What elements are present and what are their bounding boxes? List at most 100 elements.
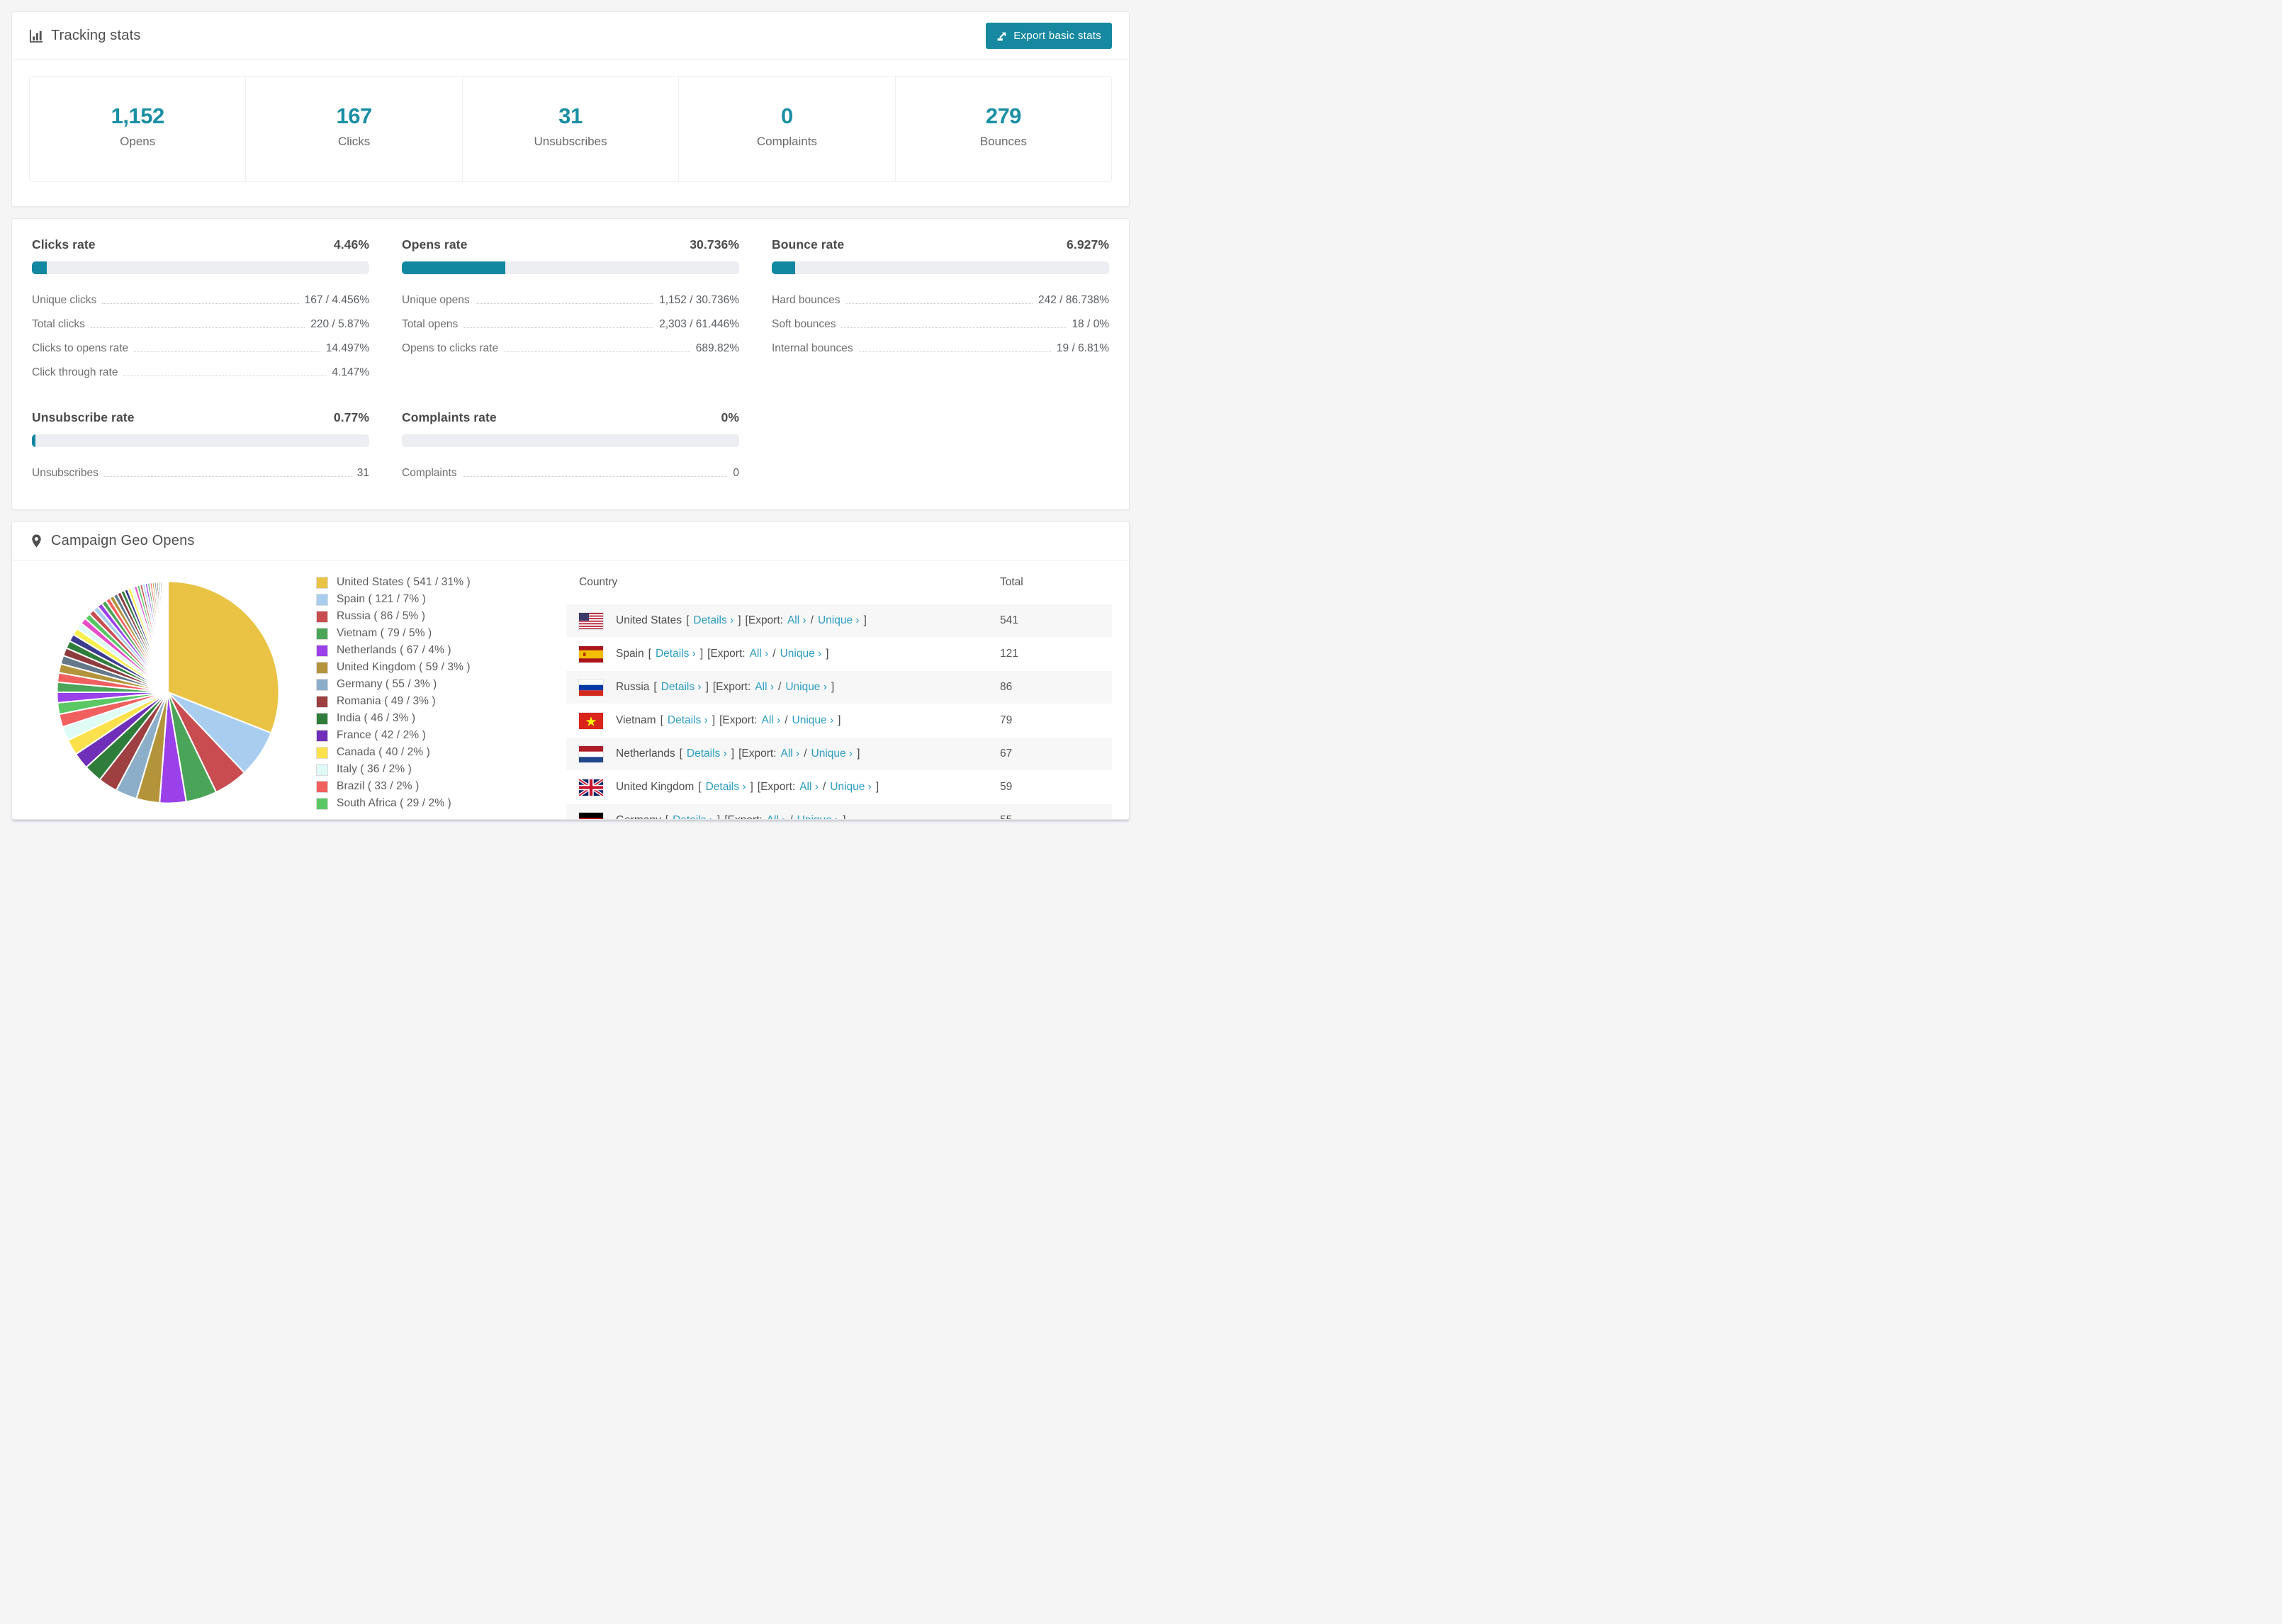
country-name: United States xyxy=(616,614,682,626)
table-row: United Kingdom [Details ›] [Export: All … xyxy=(566,771,1112,803)
flag-netherlands-icon xyxy=(579,745,603,762)
rates-card: Clicks rate 4.46% Unique clicks 167 / 4.4… xyxy=(11,218,1130,510)
bounces-label: Bounces xyxy=(979,135,1027,148)
clicks-label: Clicks xyxy=(337,135,371,148)
bounces-count: 279 xyxy=(985,103,1022,128)
campaign-geo-opens-title: Campaign Geo Opens xyxy=(51,533,195,548)
country-name: Spain xyxy=(616,648,644,660)
rate-row: Complaints 0 xyxy=(402,467,739,479)
rate-row: Total clicks 220 / 5.87% xyxy=(32,318,369,330)
legend-swatch xyxy=(317,696,327,707)
clicks-rate-panel: Clicks rate 4.46% Unique clicks 167 / 4.4… xyxy=(32,237,369,385)
details-link[interactable]: Details › xyxy=(668,714,708,727)
rate-row: Unique opens 1,152 / 30.736% xyxy=(402,294,739,306)
export-basic-stats-button[interactable]: Export basic stats xyxy=(986,23,1112,49)
rate-row: Soft bounces 18 / 0% xyxy=(772,318,1109,330)
legend-swatch xyxy=(317,628,327,639)
opens-count: 1,152 xyxy=(111,103,165,128)
stat-opens: 1,152 Opens xyxy=(30,77,245,181)
legend-item: United States ( 541 / 31% ) xyxy=(317,576,566,589)
opens-rate-progressbar xyxy=(402,261,739,274)
export-unique-link[interactable]: Unique › xyxy=(811,748,853,760)
bounce-rate-progressbar xyxy=(772,261,1109,274)
summary-stats-row: 1,152 Opens 167 Clicks 31 Unsubscribes 0… xyxy=(29,76,1112,182)
clicks-rate-progressbar xyxy=(32,261,369,274)
export-unique-link[interactable]: Unique › xyxy=(780,648,822,660)
rate-row: Internal bounces 19 / 6.81% xyxy=(772,342,1109,354)
table-row: Spain [Details ›] [Export: All › / Uniqu… xyxy=(566,638,1112,670)
table-row: Russia [Details ›] [Export: All › / Uniq… xyxy=(566,671,1112,704)
flag-russia-icon xyxy=(579,679,603,696)
rate-row: Total opens 2,303 / 61.446% xyxy=(402,318,739,330)
legend-swatch xyxy=(317,662,327,673)
details-link[interactable]: Details › xyxy=(687,748,727,760)
unsubscribe-rate-panel: Unsubscribe rate 0.77% Unsubscribes 31 xyxy=(32,410,369,485)
export-all-link[interactable]: All › xyxy=(755,681,774,694)
details-link[interactable]: Details › xyxy=(693,614,734,627)
country-name: United Kingdom xyxy=(616,781,695,793)
legend-swatch xyxy=(317,730,327,741)
flag-germany-icon xyxy=(579,812,603,819)
export-unique-link[interactable]: Unique › xyxy=(792,714,834,727)
rate-row: Click through rate 4.147% xyxy=(32,366,369,378)
unsubscribe-rate-value: 0.77% xyxy=(333,410,369,424)
clicks-rate-title: Clicks rate xyxy=(32,237,96,252)
table-row: Germany [Details ›] [Export: All › / Uni… xyxy=(566,804,1112,819)
tracking-stats-header: Tracking stats Export basic stats xyxy=(12,12,1129,60)
unsubscribes-label: Unsubscribes xyxy=(534,135,607,148)
export-all-link[interactable]: All › xyxy=(762,714,781,727)
tracking-stats-card: Tracking stats Export basic stats 1,152 … xyxy=(11,11,1130,207)
map-marker-icon xyxy=(32,534,41,548)
country-total: 541 xyxy=(1000,614,1018,626)
legend-item: Germany ( 55 / 3% ) xyxy=(317,678,566,691)
country-column-header: Country xyxy=(579,576,618,588)
legend-swatch xyxy=(317,747,327,758)
details-link[interactable]: Details › xyxy=(673,814,713,819)
export-all-link[interactable]: All › xyxy=(787,614,806,627)
export-all-link[interactable]: All › xyxy=(799,781,819,794)
legend-swatch xyxy=(317,611,327,622)
campaign-geo-opens-card: Campaign Geo Opens United States ( 541 /… xyxy=(11,521,1130,820)
export-all-link[interactable]: All › xyxy=(780,748,799,760)
bounce-rate-value: 6.927% xyxy=(1067,237,1109,252)
export-unique-link[interactable]: Unique › xyxy=(785,681,827,694)
country-total: 121 xyxy=(1000,648,1018,660)
export-unique-link[interactable]: Unique › xyxy=(797,814,839,819)
complaints-rate-title: Complaints rate xyxy=(402,410,497,424)
opens-rate-value: 30.736% xyxy=(690,237,739,252)
opens-label: Opens xyxy=(120,135,156,148)
rate-row: Unsubscribes 31 xyxy=(32,467,369,479)
legend-item: South Africa ( 29 / 2% ) xyxy=(317,797,566,810)
geo-opens-table: Country Total United States [Details ›] … xyxy=(566,560,1112,819)
complaints-rate-progressbar xyxy=(402,434,739,447)
legend-swatch xyxy=(317,645,327,656)
opens-rate-title: Opens rate xyxy=(402,237,468,252)
bar-chart-icon xyxy=(29,29,43,43)
unsubscribe-rate-progressbar xyxy=(32,434,369,447)
export-unique-link[interactable]: Unique › xyxy=(830,781,872,794)
export-all-link[interactable]: All › xyxy=(750,648,769,660)
country-name: Germany xyxy=(616,814,661,819)
legend-item: India ( 46 / 3% ) xyxy=(317,712,566,725)
legend-item: France ( 42 / 2% ) xyxy=(317,729,566,742)
bounce-rate-title: Bounce rate xyxy=(772,237,845,252)
complaints-count: 0 xyxy=(781,103,793,128)
export-unique-link[interactable]: Unique › xyxy=(818,614,860,627)
legend-item: Romania ( 49 / 3% ) xyxy=(317,695,566,708)
complaints-rate-panel: Complaints rate 0% Complaints 0 xyxy=(402,410,739,485)
details-link[interactable]: Details › xyxy=(656,648,696,660)
unsubscribe-rate-title: Unsubscribe rate xyxy=(32,410,135,424)
stat-bounces: 279 Bounces xyxy=(894,77,1111,181)
details-link[interactable]: Details › xyxy=(661,681,702,694)
details-link[interactable]: Details › xyxy=(706,781,746,794)
flag-united-kingdom-icon xyxy=(579,779,603,796)
table-row: Vietnam [Details ›] [Export: All › / Uni… xyxy=(566,704,1112,737)
export-all-link[interactable]: All › xyxy=(767,814,786,819)
geo-pie-chart xyxy=(19,560,317,819)
legend-item: Russia ( 86 / 5% ) xyxy=(317,610,566,623)
clicks-count: 167 xyxy=(336,103,372,128)
country-name: Vietnam xyxy=(616,714,656,726)
legend-swatch xyxy=(317,577,327,588)
legend-swatch xyxy=(317,679,327,690)
legend-swatch xyxy=(317,713,327,724)
